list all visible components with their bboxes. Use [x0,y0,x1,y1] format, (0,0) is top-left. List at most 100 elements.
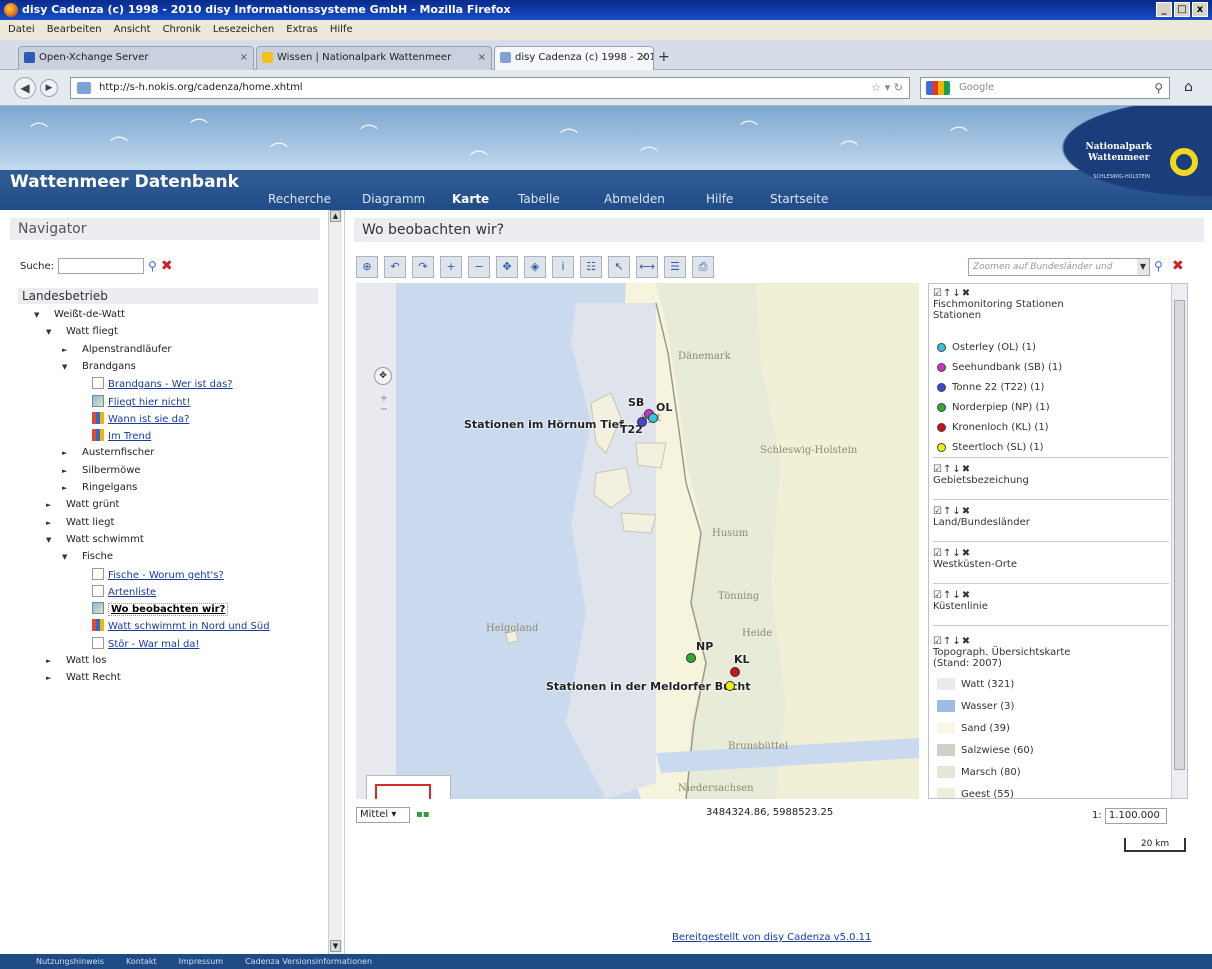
info-icon[interactable]: i [552,256,574,278]
tree-item[interactable]: ► Alpenstrandläufer [62,343,172,357]
tree-item[interactable]: ► Watt grünt [46,498,119,512]
identify-icon[interactable]: ☷ [580,256,602,278]
expanded-icon[interactable]: ▼ [62,550,72,564]
station-marker-np[interactable] [686,653,696,663]
tree-item-label[interactable]: Fliegt hier nicht! [108,397,190,408]
minimize-button[interactable]: _ [1156,2,1172,17]
tree-item[interactable]: ▼ Watt schwimmt [46,533,144,547]
new-tab-icon[interactable]: + [658,49,670,65]
scroll-down-icon[interactable]: ▼ [330,940,341,952]
layer-tree-icon[interactable]: ▪▪ [416,809,430,820]
pointer-icon[interactable]: ↖ [608,256,630,278]
tree-item-label[interactable]: Im Trend [108,431,151,442]
map-nav-control[interactable]: ✥ + − [374,367,394,437]
map-view[interactable]: Dänemark Schleswig-Holstein Helgoland Hu… [356,283,919,799]
collapsed-icon[interactable]: ► [46,516,56,530]
tree-item-label[interactable]: Artenliste [108,587,156,598]
tree-item[interactable]: ► Ringelgans [62,481,137,495]
layer-controls[interactable]: ☑↑↓✖ [933,506,1169,517]
nav-hilfe[interactable]: Hilfe [706,192,733,206]
scroll-thumb[interactable] [1174,300,1185,770]
site-identity-icon[interactable] [77,82,91,94]
tree-item-label[interactable]: Wann ist sie da? [108,414,189,425]
full-extent-icon[interactable]: ⊕ [356,256,378,278]
layer-controls[interactable]: ☑↑↓✖ [933,548,1169,559]
legend-scrollbar[interactable] [1171,284,1187,798]
tree-item-label[interactable]: Wo beobachten wir? [108,603,229,617]
tree-item-label[interactable]: Stör - War mal da! [108,639,199,650]
previous-view-icon[interactable]: ↶ [384,256,406,278]
menu-bearbeiten[interactable]: Bearbeiten [47,20,102,40]
tree-root[interactable]: Landesbetrieb [18,288,318,304]
collapsed-icon[interactable]: ► [62,446,72,460]
web-search-field[interactable]: Google ⚲ [920,77,1170,99]
overview-map[interactable] [366,775,451,799]
navigator-search-input[interactable] [58,258,145,274]
scale-field[interactable]: 1.100.000 [1104,808,1167,824]
footer-nutzungshinweis[interactable]: Nutzungshinweis [36,954,104,969]
nav-karte[interactable]: Karte [452,192,489,206]
search-icon[interactable]: ⚲ [148,259,157,273]
bookmark-star-icon[interactable]: ☆ ▾ ↻ [871,78,903,98]
menu-chronik[interactable]: Chronik [163,20,201,40]
navigator-scrollbar[interactable]: ▲ ▼ [328,210,342,954]
tree-item[interactable]: Wo beobachten wir? [92,602,229,617]
zoom-out-icon[interactable]: − [468,256,490,278]
scroll-up-icon[interactable]: ▲ [330,210,341,222]
clear-icon[interactable]: ✖ [1172,258,1184,274]
collapsed-icon[interactable]: ► [62,481,72,495]
tree-item[interactable]: ► Austernfischer [62,446,154,460]
tree-item[interactable]: ▼ Watt fliegt [46,325,118,339]
collapsed-icon[interactable]: ► [46,654,56,668]
nav-startseite[interactable]: Startseite [770,192,828,206]
nav-recherche[interactable]: Recherche [268,192,331,206]
next-view-icon[interactable]: ↷ [412,256,434,278]
zoom-out-icon[interactable]: − [374,404,394,415]
footer-impressum[interactable]: Impressum [179,954,223,969]
nav-tabelle[interactable]: Tabelle [518,192,560,206]
tree-item[interactable]: ► Watt Recht [46,671,121,685]
menu-datei[interactable]: Datei [8,20,35,40]
url-bar[interactable]: http://s-h.nokis.org/cadenza/home.xhtml … [70,77,910,99]
layer-controls[interactable]: ☑↑↓✖ [933,636,1169,647]
footer-versioninfo[interactable]: Cadenza Versionsinformationen [245,954,372,969]
close-button[interactable]: x [1192,2,1208,17]
tab-wissen[interactable]: Wissen | Nationalpark Wattenmeer × [256,46,492,70]
tree-item[interactable]: ► Silbermöwe [62,464,141,478]
zoom-in-icon[interactable]: + [374,393,394,404]
print-icon[interactable]: ⎙ [692,256,714,278]
tree-item[interactable]: Stör - War mal da! [92,636,199,652]
menu-ansicht[interactable]: Ansicht [114,20,151,40]
tree-item[interactable]: Fische - Worum geht's? [92,567,224,583]
collapsed-icon[interactable]: ► [46,671,56,685]
expanded-icon[interactable]: ▼ [34,308,44,322]
measure-icon[interactable]: ⟷ [636,256,658,278]
layer-controls[interactable]: ☑↑↓✖ [933,464,1169,475]
overview-extent-frame[interactable] [375,784,431,799]
collapsed-icon[interactable]: ► [62,343,72,357]
maximize-button[interactable]: □ [1174,2,1190,17]
tree-item[interactable]: ► Watt liegt [46,516,114,530]
close-icon[interactable]: × [240,47,248,69]
tree-item[interactable]: Wann ist sie da? [92,411,189,427]
detail-level-select[interactable]: Mittel ▾ [356,807,410,823]
tree-item[interactable]: Watt schwimmt in Nord und Süd [92,619,270,634]
tree-item[interactable]: ► Watt los [46,654,107,668]
layer-controls[interactable]: ☑↑↓✖ [933,288,1169,299]
zoom-to-select[interactable]: Zoomen auf Bundesländer und ▼ [968,258,1150,276]
station-marker-t22[interactable] [637,417,647,427]
menu-lesezeichen[interactable]: Lesezeichen [213,20,274,40]
pan-icon[interactable]: ✥ [496,256,518,278]
tree-item[interactable]: ▼ Brandgans [62,360,136,374]
close-icon[interactable]: × [640,47,648,69]
station-marker-kl[interactable] [730,667,740,677]
tab-open-xchange[interactable]: Open-Xchange Server × [18,46,254,70]
close-icon[interactable]: × [478,47,486,69]
station-marker-ol[interactable] [648,413,658,423]
nav-abmelden[interactable]: Abmelden [604,192,665,206]
tree-item[interactable]: Fliegt hier nicht! [92,394,190,410]
search-icon[interactable]: ⚲ [1154,78,1163,98]
back-icon[interactable]: ◀ [14,77,36,99]
tree-item[interactable]: ▼ Fische [62,550,113,564]
zoom-in-icon[interactable]: + [440,256,462,278]
